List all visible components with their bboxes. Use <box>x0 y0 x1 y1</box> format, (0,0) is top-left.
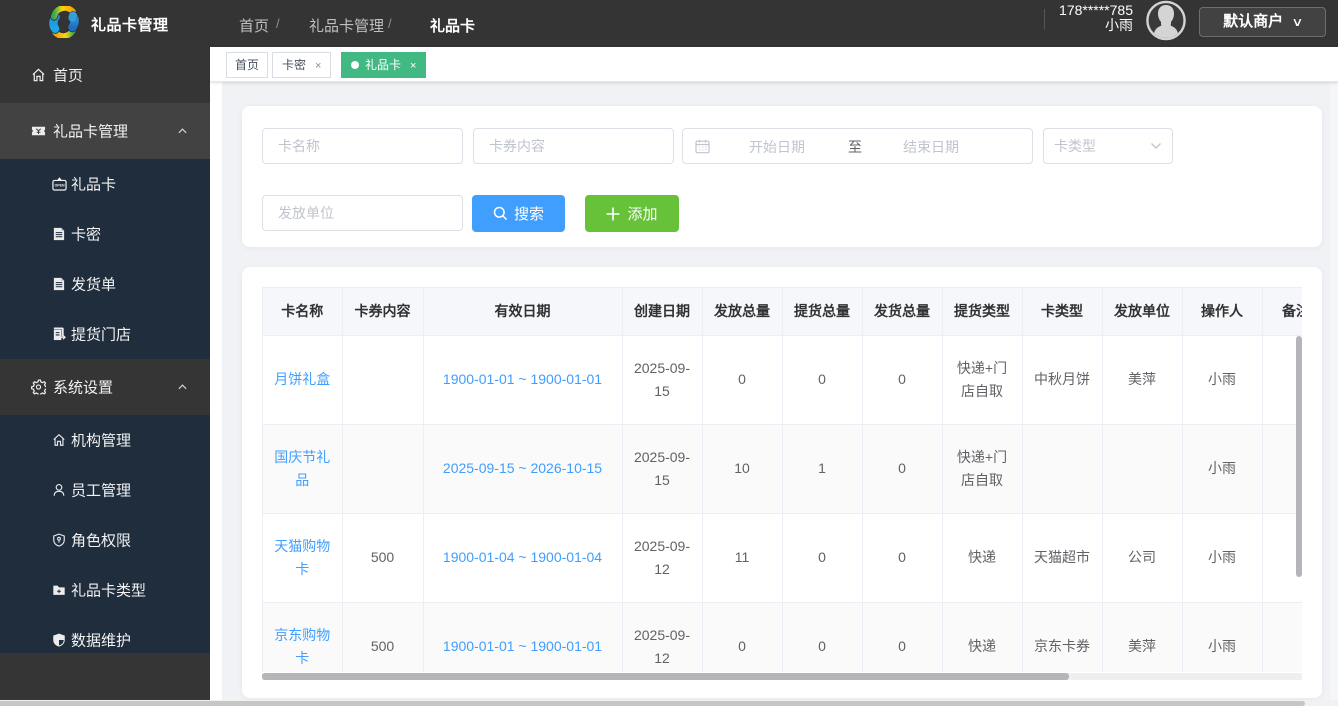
svg-text:OPEN: OPEN <box>54 184 64 188</box>
